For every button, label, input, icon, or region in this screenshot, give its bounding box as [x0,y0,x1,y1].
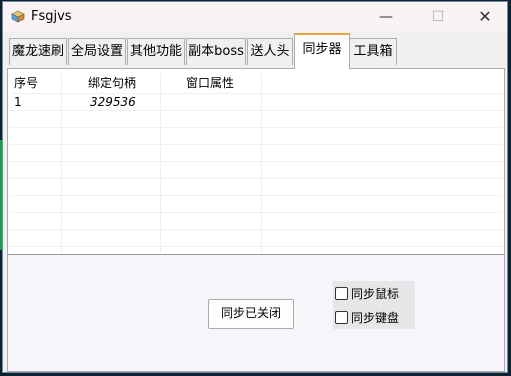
maximize-icon: ☐ [431,9,445,25]
tab-dungeon-boss[interactable]: 副本boss [186,38,246,65]
bound-window-list[interactable]: 序号 绑定句柄 窗口属性 1 329536 [10,73,502,253]
app-box-icon [11,10,25,23]
minimize-icon: — [379,9,393,25]
tab-strip: 魔龙速刷 全局设置 其他功能 副本boss 送人头 同步器 工具箱 [7,32,505,69]
checkbox-unchecked-icon[interactable] [335,286,348,300]
grid-line [10,93,502,94]
column-header-window-attr[interactable]: 窗口属性 [186,73,234,93]
grid-line [10,178,502,179]
column-divider [261,73,262,253]
grid-line [10,195,502,196]
grid-line [10,229,502,230]
sync-keyboard-checkbox[interactable]: 同步键盘 [335,308,399,326]
synchronizer-panel: 序号 绑定句柄 窗口属性 1 329536 同步已关闭 同步鼠标 同步键盘 [7,68,505,372]
row-handle: 329536 [90,95,136,109]
tab-molong[interactable]: 魔龙速刷 [9,38,67,65]
column-header-handle[interactable]: 绑定句柄 [88,73,136,93]
title-bar[interactable]: Fsgjvs — ☐ ✕ [3,2,507,32]
tab-toolbox[interactable]: 工具箱 [349,38,397,65]
sync-toggle-button[interactable]: 同步已关闭 [208,299,294,329]
close-icon: ✕ [478,7,492,26]
grid-line [10,161,502,162]
column-divider [160,73,161,253]
grid-line [10,246,502,247]
grid-line [10,212,502,213]
tab-synchronizer[interactable]: 同步器 [294,33,350,69]
grid-line [10,110,502,111]
maximize-button[interactable]: ☐ [415,2,461,32]
sync-keyboard-label: 同步键盘 [351,310,400,325]
grid-line [10,144,502,145]
close-button[interactable]: ✕ [462,2,507,32]
grid-line [10,127,502,128]
tab-global-settings[interactable]: 全局设置 [68,38,126,65]
app-window: Fsgjvs — ☐ ✕ 魔龙速刷 全局设置 其他功能 副本boss 送人头 同… [2,1,508,373]
checkbox-unchecked-icon[interactable] [335,310,348,324]
sync-controls-area: 同步已关闭 同步鼠标 同步键盘 [8,255,504,371]
row-index: 1 [14,95,22,109]
column-header-index[interactable]: 序号 [14,73,38,93]
sync-mouse-checkbox[interactable]: 同步鼠标 [335,284,399,302]
tab-send-heads[interactable]: 送人头 [247,38,293,65]
window-title: Fsgjvs [31,9,72,24]
tab-other-functions[interactable]: 其他功能 [127,38,185,65]
sync-options-group: 同步鼠标 同步键盘 [333,281,415,329]
sync-mouse-label: 同步鼠标 [351,286,400,301]
column-divider [61,73,62,253]
minimize-button[interactable]: — [363,2,409,32]
